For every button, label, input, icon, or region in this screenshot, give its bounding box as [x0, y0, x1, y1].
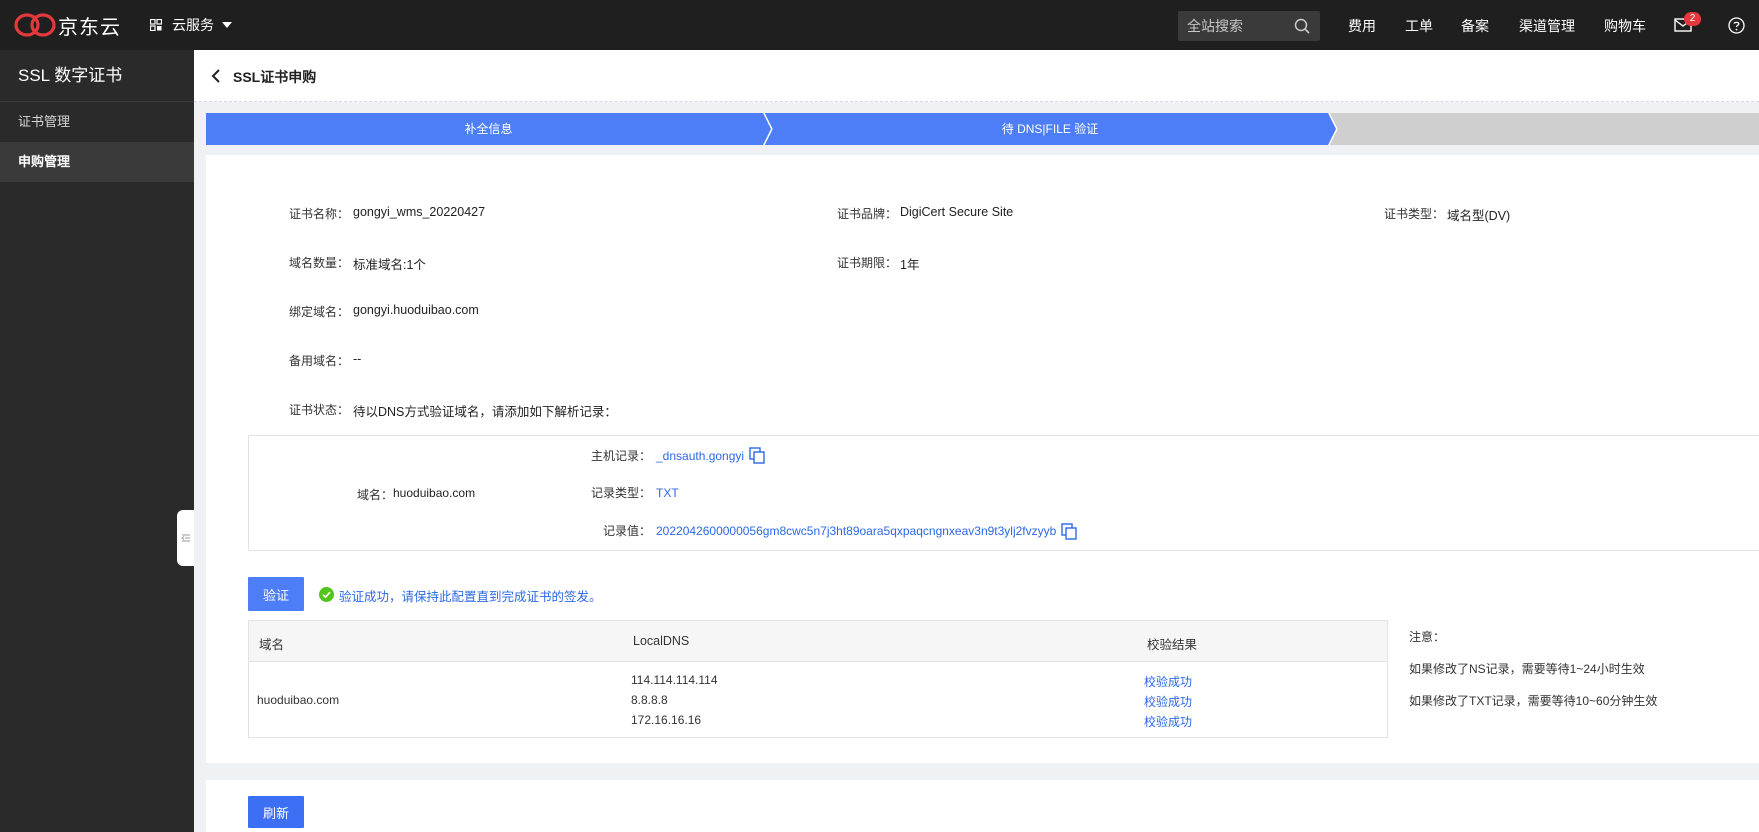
verify-button[interactable]: 验证 — [248, 577, 304, 611]
step-finish: 完成 — [1329, 113, 1759, 168]
note-ns-record: 如果修改了NS记录，需要等待1~24小时生效 — [1409, 662, 1645, 676]
cert-type-value: 域名型(DV) — [1447, 209, 1511, 223]
domain-count-value: 标准域名:1个 — [353, 258, 426, 272]
cert-type-label: 证书类型： — [1384, 207, 1445, 221]
help-icon[interactable] — [1728, 17, 1745, 34]
nav-tickets[interactable]: 工单 — [1405, 16, 1433, 36]
cloud-services-menu[interactable]: 云服务 — [150, 15, 232, 35]
cert-period-label: 证书期限： — [837, 256, 898, 270]
sidebar-title: SSL 数字证书 — [0, 50, 194, 102]
page-title: SSL证书申购 — [233, 69, 317, 85]
backup-domain-label: 备用域名： — [289, 354, 350, 368]
step-shape — [1329, 113, 1759, 145]
cert-brand-label: 证书品牌： — [837, 207, 898, 221]
nav-channel-management[interactable]: 渠道管理 — [1519, 16, 1575, 36]
cert-name-value: gongyi_wms_20220427 — [353, 205, 486, 219]
host-record-value: _dnsauth.gongyi — [656, 449, 745, 463]
step-complete-info: 补全信息 — [206, 113, 771, 145]
dns-record-box: 域名： huoduibao.com 主机记录： _dnsauth.gongyi … — [248, 435, 1759, 551]
refresh-button[interactable]: 刷新 — [248, 796, 304, 828]
notes-title: 注意： — [1409, 630, 1446, 644]
logo-text: 京东云 — [58, 16, 121, 39]
copy-icon[interactable] — [1061, 523, 1077, 540]
global-search[interactable] — [1178, 11, 1320, 41]
header-localdns: LocalDNS — [633, 634, 690, 648]
cert-status-label: 证书状态： — [289, 403, 350, 417]
localdns-cell: 172.16.16.16 — [631, 713, 702, 727]
back-arrow-icon[interactable] — [210, 68, 222, 84]
copy-icon[interactable] — [749, 447, 765, 464]
check-circle-icon — [319, 587, 334, 602]
record-type-label: 记录类型： — [591, 486, 652, 500]
localdns-cell: 8.8.8.8 — [631, 693, 668, 707]
cert-brand-value: DigiCert Secure Site — [900, 205, 1014, 219]
table-header: 域名 LocalDNS 校验结果 — [249, 621, 1387, 662]
result-cell[interactable]: 校验成功 — [1144, 673, 1192, 690]
dns-domain-value: huoduibao.com — [393, 486, 476, 500]
result-cell[interactable]: 校验成功 — [1144, 693, 1192, 710]
domain-count-label: 域名数量： — [289, 256, 350, 270]
search-icon[interactable] — [1294, 18, 1310, 34]
cert-name-label: 证书名称： — [289, 207, 350, 221]
step-dns-file-verify: 待 DNS|FILE 验证 — [764, 113, 1336, 145]
content-header: SSL证书申购 — [194, 50, 1759, 102]
note-txt-record: 如果修改了TXT记录，需要等待10~60分钟生效 — [1409, 694, 1658, 708]
nav-billing[interactable]: 费用 — [1348, 16, 1376, 36]
jdcloud-logo[interactable]: 京东云 — [14, 11, 121, 39]
result-cell[interactable]: 校验成功 — [1144, 713, 1192, 730]
step-label: 待 DNS|FILE 验证 — [1001, 122, 1099, 136]
bound-domain-value: gongyi.huoduibao.com — [353, 303, 479, 317]
dns-domain-label: 域名： — [357, 488, 394, 502]
top-navigation-bar: 京东云 云服务 费用 工单 备案 渠道管理 购物车 2 — [0, 0, 1759, 50]
cert-status-value: 待以DNS方式验证域名，请添加如下解析记录： — [353, 405, 617, 419]
footer-actions: 刷新 — [206, 780, 1759, 832]
host-record-label: 主机记录： — [591, 449, 652, 463]
verification-result-table: 域名 LocalDNS 校验结果 huoduibao.com 114.114.1… — [248, 620, 1388, 738]
sidebar-collapse-toggle[interactable] — [177, 510, 194, 566]
search-input[interactable] — [1187, 18, 1287, 34]
jdcloud-logo-icon — [14, 13, 56, 37]
bound-domain-label: 绑定域名： — [289, 305, 350, 319]
header-result: 校验结果 — [1147, 638, 1198, 652]
header-domain: 域名 — [259, 638, 285, 652]
chevron-down-icon — [222, 22, 232, 28]
cert-period-value: 1年 — [900, 258, 920, 272]
cloud-services-label: 云服务 — [172, 17, 214, 33]
progress-steps: 补全信息 待 DNS|FILE 验证 完成 — [206, 113, 1759, 168]
grid-icon — [150, 19, 162, 31]
sidebar-item-certificate-management[interactable]: 证书管理 — [0, 102, 194, 142]
record-value-label: 记录值： — [603, 524, 652, 538]
step-label: 补全信息 — [464, 122, 513, 136]
sidebar-item-purchase-management[interactable]: 申购管理 — [0, 142, 194, 182]
sidebar: SSL 数字证书 证书管理 申购管理 — [0, 50, 194, 832]
table-domain-cell: huoduibao.com — [257, 693, 340, 707]
backup-domain-value: -- — [353, 352, 362, 366]
certificate-detail-panel: 证书名称： gongyi_wms_20220427 证书品牌： DigiCert… — [206, 155, 1759, 763]
notification-badge: 2 — [1684, 12, 1701, 26]
collapse-icon — [180, 534, 190, 542]
verify-success-message: 验证成功，请保持此配置直到完成证书的签发。 — [339, 590, 602, 604]
localdns-cell: 114.114.114.114 — [631, 673, 718, 687]
record-value-value: 2022042600000056gm8cwc5n7j3ht89oara5qxpa… — [656, 524, 1057, 538]
nav-shopping-cart[interactable]: 购物车 — [1604, 16, 1646, 36]
record-type-value: TXT — [656, 486, 679, 500]
nav-icp-filing[interactable]: 备案 — [1461, 16, 1489, 36]
